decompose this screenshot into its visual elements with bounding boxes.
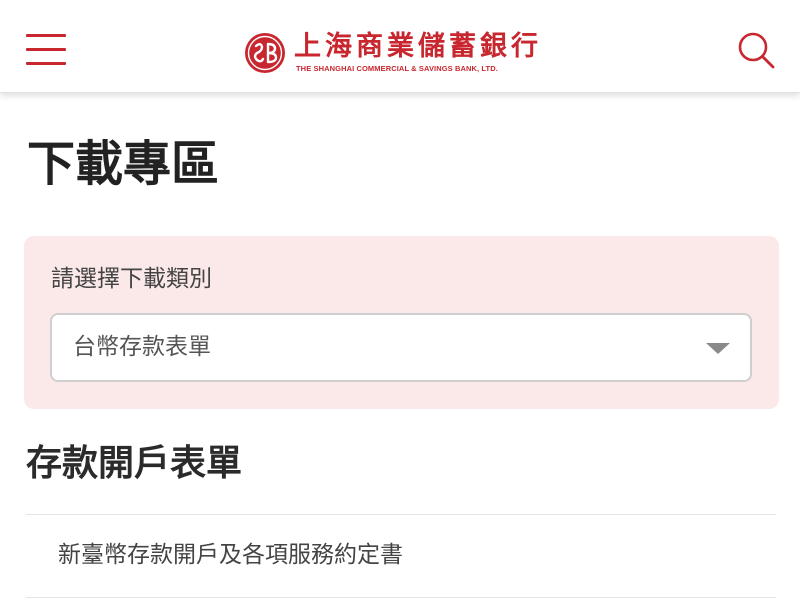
site-header: 上海商業儲蓄銀行 THE SHANGHAI COMMERCIAL & SAVIN…: [0, 0, 800, 93]
search-icon: [738, 32, 775, 69]
bank-logo[interactable]: 上海商業儲蓄銀行 THE SHANGHAI COMMERCIAL & SAVIN…: [244, 30, 564, 80]
menu-bar: [26, 62, 66, 65]
category-select-value: 台幣存款表單: [73, 334, 211, 360]
chevron-down-icon: [706, 343, 730, 354]
bank-seal-icon: [245, 33, 285, 73]
category-select[interactable]: 台幣存款表單: [50, 313, 752, 382]
section-title: 存款開戶表單: [26, 443, 243, 484]
download-category-filter: 請選擇下載類別 台幣存款表單: [24, 236, 779, 409]
bank-name-chinese: 上海商業儲蓄銀行: [294, 31, 542, 62]
document-list: 新臺幣存款開戶及各項服務約定書: [26, 514, 776, 598]
menu-bar: [26, 34, 66, 37]
page-title: 下載專區: [27, 136, 220, 192]
document-link[interactable]: 新臺幣存款開戶及各項服務約定書: [58, 539, 403, 571]
hamburger-menu-button[interactable]: [26, 32, 66, 68]
menu-bar: [26, 48, 66, 51]
list-item[interactable]: 新臺幣存款開戶及各項服務約定書: [26, 515, 776, 598]
filter-label: 請選擇下載類別: [51, 266, 212, 292]
bank-name-english: THE SHANGHAI COMMERCIAL & SAVINGS BANK, …: [296, 64, 498, 73]
search-button[interactable]: [736, 30, 776, 70]
